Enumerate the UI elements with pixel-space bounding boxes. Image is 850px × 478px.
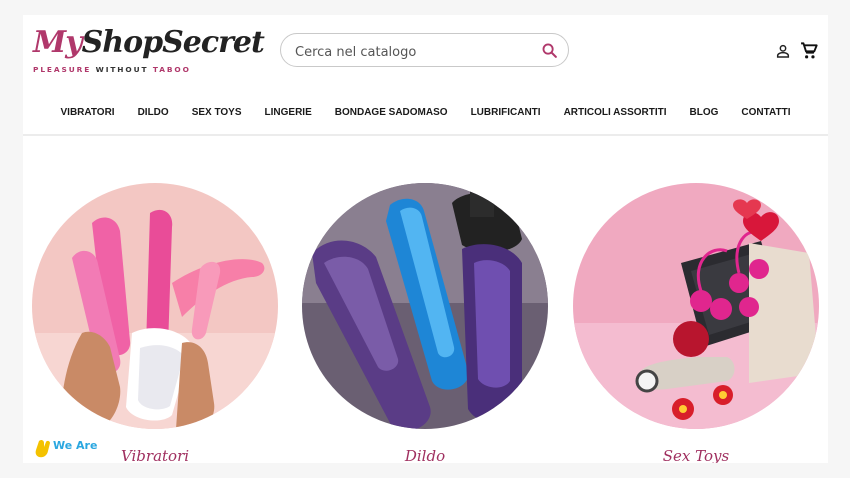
category-image-vibratori[interactable] xyxy=(32,183,278,429)
main-nav: VIBRATORI DILDO SEX TOYS LINGERIE BONDAG… xyxy=(23,103,828,123)
category-card-dildo[interactable]: Dildo xyxy=(302,183,548,463)
badge-text: We Are xyxy=(53,439,98,452)
cart-icon[interactable] xyxy=(799,41,819,60)
logo[interactable]: MyShopSecret PLEASURE WITHOUT TABOO xyxy=(33,25,265,81)
search-input[interactable] xyxy=(293,41,527,63)
nav-item-lingerie[interactable]: LINGERIE xyxy=(253,103,323,123)
nav-item-contatti[interactable]: CONTATTI xyxy=(730,103,802,123)
nav-item-lubrificanti[interactable]: LUBRIFICANTI xyxy=(459,103,552,123)
category-card-vibratori[interactable]: Vibratori xyxy=(32,183,278,463)
category-label-dildo[interactable]: Dildo xyxy=(302,447,548,463)
nav-divider xyxy=(23,134,828,136)
nav-item-sex-toys[interactable]: SEX TOYS xyxy=(180,103,253,123)
nav-item-articoli-assortiti[interactable]: ARTICOLI ASSORTITI xyxy=(552,103,678,123)
page: MyShopSecret PLEASURE WITHOUT TABOO VIBR… xyxy=(23,15,828,463)
category-image-sex-toys[interactable] xyxy=(573,183,819,429)
category-image-dildo[interactable] xyxy=(302,183,548,429)
we-are-badge[interactable]: We Are xyxy=(31,435,101,463)
logo-wordmark: MyShopSecret xyxy=(33,25,265,60)
search-box xyxy=(280,33,569,67)
logo-tagline: PLEASURE WITHOUT TABOO xyxy=(33,65,191,74)
search-icon[interactable] xyxy=(541,42,558,59)
category-label-sex-toys[interactable]: Sex Toys xyxy=(573,447,819,463)
nav-item-vibratori[interactable]: VIBRATORI xyxy=(49,103,126,123)
nav-item-dildo[interactable]: DILDO xyxy=(126,103,180,123)
category-card-sex-toys[interactable]: Sex Toys xyxy=(573,183,819,463)
nav-item-blog[interactable]: BLOG xyxy=(678,103,730,123)
hand-icon xyxy=(35,439,50,458)
nav-item-bondage-sadomaso[interactable]: BONDAGE SADOMASO xyxy=(323,103,459,123)
user-icon[interactable] xyxy=(775,43,791,59)
